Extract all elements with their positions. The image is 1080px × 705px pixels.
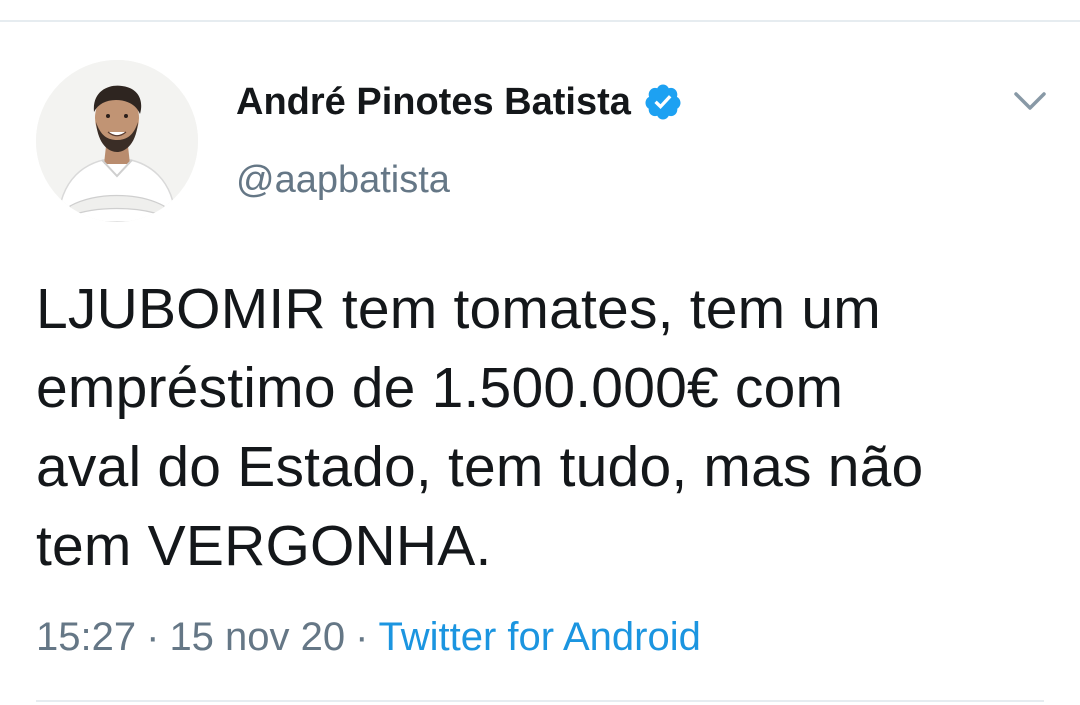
tweet-time[interactable]: 15:27 [36, 615, 136, 659]
tweet-text-line: tem VERGONHA. [36, 514, 492, 578]
tweet-date[interactable]: 15 nov 20 [169, 615, 345, 659]
meta-separator: · [146, 615, 160, 659]
tweet-text: LJUBOMIR tem tomates, tem um empréstimo … [36, 270, 1066, 586]
tweet-meta: 15:27 · 15 nov 20 · Twitter for Android [36, 612, 701, 662]
meta-separator: · [355, 615, 369, 659]
tweet-text-line: empréstimo de 1.500.000€ com [36, 356, 844, 420]
chevron-down-icon[interactable] [1010, 86, 1050, 116]
avatar-photo [36, 60, 198, 222]
verified-badge-icon [643, 82, 683, 122]
author-display-name[interactable]: André Pinotes Batista [236, 78, 631, 126]
tweet-text-line: aval do Estado, tem tudo, mas não [36, 435, 924, 499]
tweet-source-link[interactable]: Twitter for Android [378, 615, 700, 659]
author-handle[interactable]: @aapbatista [236, 156, 450, 204]
bottom-divider [36, 700, 1044, 702]
author-name-row[interactable]: André Pinotes Batista [236, 78, 683, 126]
avatar[interactable] [36, 60, 198, 222]
top-divider [0, 0, 1080, 22]
tweet-text-line: LJUBOMIR tem tomates, tem um [36, 277, 881, 341]
